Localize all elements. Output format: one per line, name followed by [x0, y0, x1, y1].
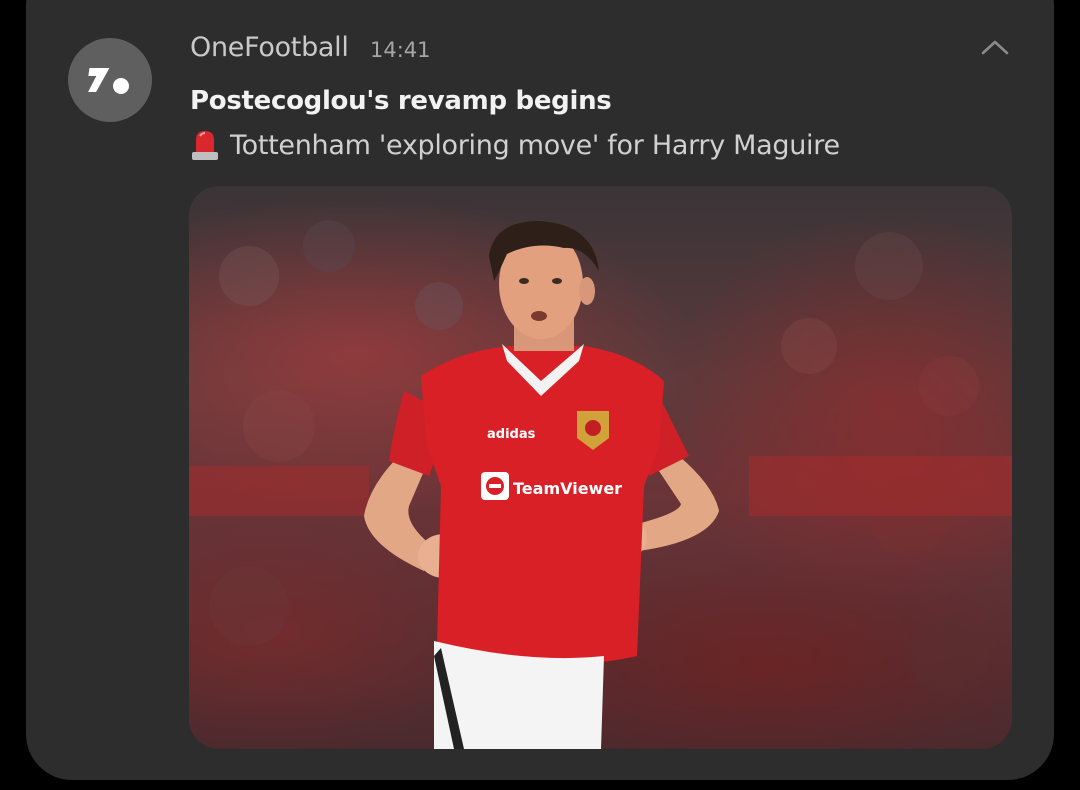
player-illustration: adidas TeamViewer — [189, 220, 1012, 749]
onefootball-logo-icon — [68, 38, 152, 122]
chevron-up-icon — [981, 40, 1009, 55]
app-name: OneFootball — [190, 32, 349, 63]
collapse-button[interactable] — [978, 32, 1012, 62]
siren-icon — [192, 131, 218, 160]
shirt-sponsor: TeamViewer — [513, 479, 622, 498]
notification-title: Postecoglou's revamp begins — [190, 86, 612, 116]
notification-body-text: Tottenham 'exploring move' for Harry Mag… — [230, 129, 840, 161]
shirt-brand: adidas — [487, 427, 536, 442]
notification-image[interactable]: adidas TeamViewer — [189, 186, 1012, 749]
notification-time: 14:41 — [370, 38, 431, 62]
notification-body: Tottenham 'exploring move' for Harry Mag… — [190, 128, 840, 162]
